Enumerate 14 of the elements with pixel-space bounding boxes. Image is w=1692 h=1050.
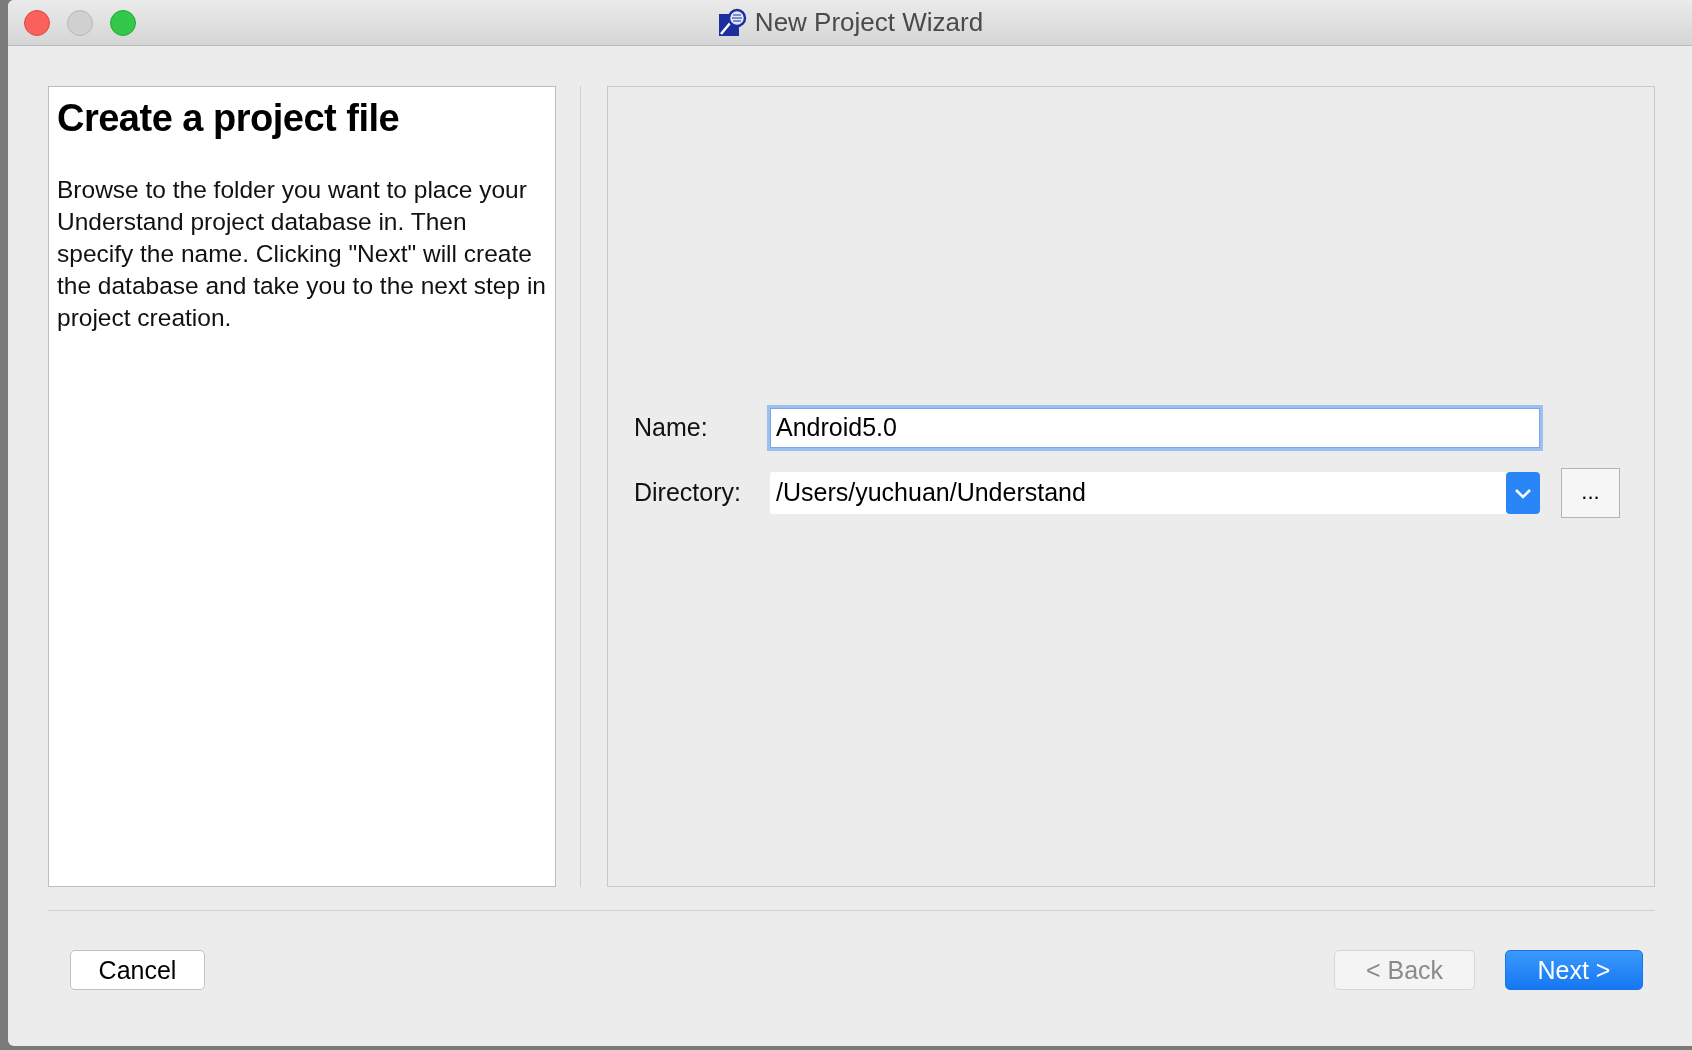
- panel-description: Browse to the folder you want to place your Understand project database in. Then specify the name. Clicking "Next" will create the database and take you to the next step in project creation.: [57, 175, 547, 333]
- field-label: Directory:: [634, 478, 742, 507]
- window-title: New Project Wizard: [754, 7, 984, 38]
- app-icon: [716, 7, 747, 38]
- text-field[interactable]: Android5.0: [770, 407, 1540, 448]
- combo-box[interactable]: /Users/yuchuan/Understand: [770, 471, 1540, 514]
- zoom-button[interactable]: [110, 9, 136, 36]
- dropdown-chevron-icon[interactable]: [1506, 471, 1540, 514]
- field-label: Name:: [634, 413, 709, 442]
- cancel-button[interactable]: Cancel: [70, 950, 205, 990]
- next-button[interactable]: Next >: [1505, 950, 1643, 990]
- close-button[interactable]: [24, 9, 50, 36]
- browse-button[interactable]: ...: [1561, 467, 1620, 518]
- panel-heading: Create a project file: [57, 97, 401, 140]
